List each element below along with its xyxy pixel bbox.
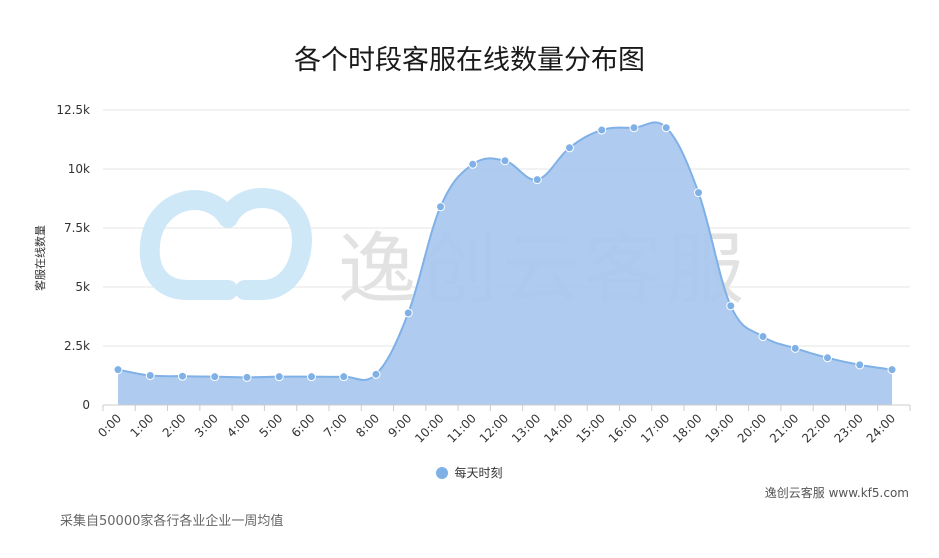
cloud-logo-icon	[139, 188, 312, 300]
x-tick-label: 3:00	[192, 411, 221, 440]
x-tick-label: 20:00	[735, 411, 769, 445]
data-point[interactable]	[855, 360, 865, 370]
legend[interactable]: 每天时刻	[0, 464, 939, 481]
source-note: 采集自50000家各行各业企业一周均值	[60, 514, 284, 529]
data-point[interactable]	[758, 332, 768, 342]
data-point[interactable]	[887, 365, 897, 375]
data-point[interactable]	[274, 372, 284, 382]
x-tick-label: 8:00	[353, 411, 382, 440]
x-tick-label: 10:00	[412, 411, 446, 445]
y-tick-label: 2.5k	[64, 339, 90, 353]
data-point[interactable]	[726, 301, 736, 311]
x-tick-label: 9:00	[385, 411, 414, 440]
data-point[interactable]	[113, 365, 123, 375]
x-tick-label: 14:00	[541, 411, 575, 445]
x-tick-label: 19:00	[703, 411, 737, 445]
y-tick-label: 7.5k	[64, 221, 90, 235]
data-point[interactable]	[823, 353, 832, 363]
data-point[interactable]	[210, 372, 220, 382]
data-point[interactable]	[661, 123, 671, 133]
x-tick-label: 5:00	[256, 411, 285, 440]
x-tick-label: 4:00	[224, 411, 253, 440]
data-point[interactable]	[242, 372, 252, 382]
data-point[interactable]	[339, 372, 349, 382]
x-tick-label: 24:00	[864, 411, 898, 445]
x-tick-label: 7:00	[321, 411, 350, 440]
chart-area: 逸创云客服 02.5k5k7.5k10k12.5k0:001:002:003:0…	[33, 103, 911, 446]
data-point[interactable]	[178, 371, 187, 381]
data-point[interactable]	[790, 343, 800, 353]
data-point[interactable]	[500, 156, 510, 166]
x-tick-label: 6:00	[289, 411, 318, 440]
x-tick-label: 13:00	[509, 411, 543, 445]
data-point[interactable]	[565, 143, 574, 153]
y-axis-label: 客服在线数量	[33, 225, 47, 291]
data-point[interactable]	[307, 372, 316, 382]
data-point[interactable]	[629, 123, 639, 133]
x-tick-label: 1:00	[127, 411, 156, 440]
legend-marker	[436, 467, 449, 479]
data-point[interactable]	[145, 371, 155, 380]
data-point[interactable]	[597, 125, 607, 135]
x-tick-label: 22:00	[799, 411, 833, 445]
legend-label: 每天时刻	[454, 466, 503, 480]
data-point[interactable]	[371, 369, 381, 379]
y-tick-label: 10k	[68, 162, 90, 176]
data-point[interactable]	[403, 308, 413, 318]
x-tick-label: 2:00	[160, 411, 189, 440]
y-tick-label: 12.5k	[56, 103, 90, 117]
x-tick-label: 17:00	[638, 411, 672, 445]
data-point[interactable]	[436, 202, 445, 212]
y-tick-label: 0	[82, 398, 90, 412]
x-tick-label: 21:00	[767, 411, 801, 445]
x-tick-label: 16:00	[606, 411, 640, 445]
credit-text: 逸创云客服 www.kf5.com	[764, 486, 909, 500]
x-tick-label: 0:00	[95, 411, 124, 440]
data-point[interactable]	[532, 175, 542, 185]
x-tick-label: 23:00	[832, 411, 866, 445]
x-tick-label: 18:00	[670, 411, 704, 445]
data-point[interactable]	[468, 159, 478, 169]
x-tick-label: 12:00	[477, 411, 511, 445]
x-tick-label: 11:00	[445, 411, 479, 445]
data-point[interactable]	[694, 188, 703, 198]
x-tick-label: 15:00	[574, 411, 608, 445]
y-tick-label: 5k	[75, 280, 90, 294]
